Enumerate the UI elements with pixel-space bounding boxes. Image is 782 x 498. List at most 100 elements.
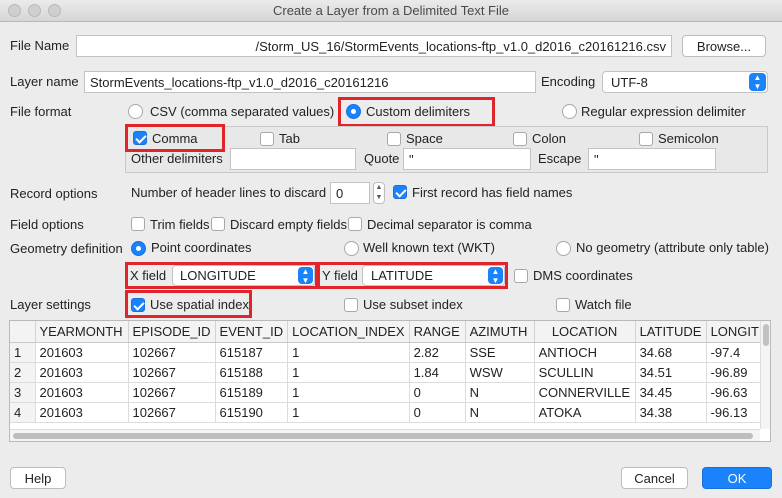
preview-table-container: YEARMONTH EPISODE_ID EVENT_ID LOCATION_I… [9,320,771,442]
table-row[interactable]: 4 201603 102667 615190 1 0 N ATOKA 34.38… [10,402,767,423]
point-coordinates-label: Point coordinates [151,240,252,255]
x-field-select[interactable]: LONGITUDE ▲ ▼ [172,265,315,286]
table-cell: 34.45 [635,382,707,403]
encoding-select[interactable]: UTF-8 ▲ ▼ [602,71,768,93]
column-header[interactable]: EVENT_ID [215,321,289,343]
table-cell: 201603 [35,362,129,383]
comma-checkbox[interactable] [133,131,147,145]
regex-radio[interactable] [562,104,577,119]
y-field-select[interactable]: LATITUDE ▲ ▼ [362,265,505,286]
subset-index-label: Use subset index [363,297,463,312]
custom-delimiters-label: Custom delimiters [366,104,471,119]
column-header[interactable]: YEARMONTH [35,321,129,343]
table-cell: 1 [287,402,410,423]
dms-label: DMS coordinates [533,268,633,283]
no-geometry-label: No geometry (attribute only table) [576,240,769,255]
first-record-checkbox[interactable] [393,185,407,199]
watch-file-checkbox[interactable] [556,298,570,312]
file-format-label: File format [10,104,72,119]
trim-fields-label: Trim fields [150,217,210,232]
quote-label: Quote [364,151,400,166]
chevron-updown-icon: ▲ ▼ [749,73,766,91]
file-name-label: File Name [10,38,70,53]
quote-field[interactable]: " [403,148,531,170]
column-header[interactable]: AZIMUTH [465,321,535,343]
column-header[interactable]: EPISODE_ID [128,321,216,343]
column-header[interactable] [10,321,36,343]
layer-name-field[interactable]: StormEvents_locations-ftp_v1.0_d2016_c20… [84,71,536,93]
table-cell: 201603 [35,382,129,403]
encoding-label: Encoding [541,74,596,89]
other-delimiters-label: Other delimiters [131,151,223,166]
header-lines-stepper[interactable]: ▲ ▼ [373,182,385,204]
column-header[interactable]: LONGIT [706,321,767,343]
no-geometry-radio[interactable] [556,241,571,256]
tab-checkbox[interactable] [260,132,274,146]
help-button[interactable]: Help [10,467,66,489]
table-cell: 34.51 [635,362,707,383]
semicolon-checkbox[interactable] [639,132,653,146]
horizontal-scroll-thumb[interactable] [13,433,753,439]
table-row[interactable]: 1 201603 102667 615187 1 2.82 SSE ANTIOC… [10,342,767,363]
table-cell: ATOKA [534,402,636,423]
tab-label: Tab [279,131,300,146]
decimal-comma-label: Decimal separator is comma [367,217,532,232]
csv-radio-label: CSV (comma separated values) [150,104,335,119]
decimal-comma-checkbox[interactable] [348,217,362,231]
escape-label: Escape [538,151,582,166]
column-header[interactable]: RANGE [409,321,466,343]
y-field-label: Y field [322,268,358,283]
wkt-radio[interactable] [344,241,359,256]
semicolon-label: Semicolon [658,131,719,146]
regex-radio-label: Regular expression delimiter [581,104,746,119]
row-number: 3 [10,382,36,403]
geometry-definition-label: Geometry definition [10,241,123,256]
colon-checkbox[interactable] [513,132,527,146]
column-header[interactable]: LOCATION [534,321,636,343]
wkt-label: Well known text (WKT) [363,240,495,255]
table-cell: 34.38 [635,402,707,423]
encoding-value: UTF-8 [611,75,648,90]
discard-empty-checkbox[interactable] [211,217,225,231]
table-cell: N [465,402,535,423]
header-lines-field[interactable]: 0 [330,182,370,204]
cancel-button[interactable]: Cancel [621,467,688,489]
space-label: Space [406,131,443,146]
vertical-scrollbar[interactable] [760,321,770,429]
table-cell: 201603 [35,402,129,423]
table-cell: ANTIOCH [534,342,636,363]
table-cell: 1 [287,362,410,383]
table-cell: 1 [287,342,410,363]
csv-radio[interactable] [128,104,143,119]
table-row[interactable]: 3 201603 102667 615189 1 0 N CONNERVILLE… [10,382,767,403]
custom-delimiters-radio[interactable] [346,104,361,119]
table-cell: SCULLIN [534,362,636,383]
record-options-label: Record options [10,186,98,201]
other-delimiters-field[interactable] [230,148,356,170]
chevron-updown-icon: ▲ ▼ [298,267,313,285]
ok-button[interactable]: OK [702,467,772,489]
file-name-field[interactable]: /Storm_US_16/StormEvents_locations-ftp_v… [76,35,672,57]
escape-field[interactable]: " [588,148,716,170]
trim-fields-checkbox[interactable] [131,217,145,231]
vertical-scroll-thumb[interactable] [763,324,769,346]
column-header[interactable]: LOCATION_INDEX [287,321,410,343]
column-header[interactable]: LATITUDE [635,321,707,343]
x-field-value: LONGITUDE [180,268,256,283]
table-cell: 102667 [128,402,216,423]
table-row[interactable]: 2 201603 102667 615188 1 1.84 WSW SCULLI… [10,362,767,383]
point-coordinates-radio[interactable] [131,241,146,256]
table-cell: 1 [287,382,410,403]
preview-table: YEARMONTH EPISODE_ID EVENT_ID LOCATION_I… [10,321,767,423]
layer-name-label: Layer name [10,74,79,89]
horizontal-scrollbar[interactable] [10,429,760,441]
table-cell: -96.63 [706,382,767,403]
table-cell: 0 [409,402,466,423]
spatial-index-label: Use spatial index [150,297,249,312]
dms-checkbox[interactable] [514,269,528,283]
subset-index-checkbox[interactable] [344,298,358,312]
field-options-label: Field options [10,217,84,232]
spatial-index-checkbox[interactable] [131,298,145,312]
browse-button[interactable]: Browse... [682,35,766,57]
space-checkbox[interactable] [387,132,401,146]
